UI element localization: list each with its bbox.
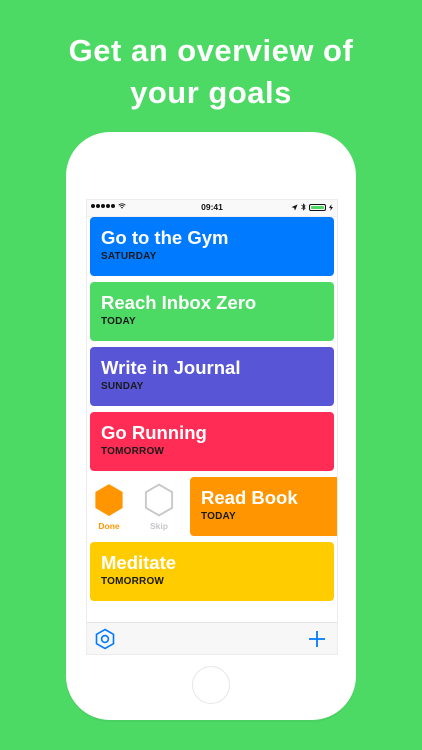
goal-day: SUNDAY [101, 381, 144, 392]
headline-line-2: your goals [130, 75, 292, 110]
battery-icon [309, 203, 326, 211]
tab-bar [87, 622, 337, 654]
status-right [291, 203, 333, 211]
skip-label: Skip [150, 521, 168, 531]
done-label: Done [98, 521, 120, 531]
goal-title: Reach Inbox Zero [101, 292, 257, 313]
plus-icon[interactable] [306, 628, 328, 650]
hexagon-settings-icon[interactable] [94, 628, 116, 650]
goal-day: TOMORROW [101, 446, 165, 457]
charging-bolt-icon [329, 203, 333, 211]
goal-card-running[interactable]: Go Running TOMORROW [90, 412, 334, 471]
goal-title: Go Running [101, 422, 207, 443]
goal-title: Read Book [201, 487, 298, 508]
skip-hexagon-icon [144, 483, 174, 517]
status-bar: 09:41 [87, 200, 337, 217]
goal-day: TODAY [101, 316, 136, 327]
goal-title: Meditate [101, 552, 177, 573]
goal-title: Go to the Gym [101, 227, 229, 248]
home-button [192, 666, 230, 704]
goal-card-journal[interactable]: Write in Journal SUNDAY [90, 347, 334, 406]
skip-action-button[interactable]: Skip [141, 483, 177, 531]
goal-day: TOMORROW [101, 576, 165, 587]
goal-card-inbox[interactable]: Reach Inbox Zero TODAY [90, 282, 334, 341]
goal-card-meditate[interactable]: Meditate TOMORROW [90, 542, 334, 601]
goal-title: Write in Journal [101, 357, 241, 378]
app-screen: 09:41 Go to the Gym SATURDAY Reach Inbox… [86, 199, 338, 655]
headline: Get an overview of your goals [0, 30, 422, 114]
goal-day: TODAY [201, 511, 236, 522]
headline-line-1: Get an overview of [68, 33, 354, 68]
goal-day: SATURDAY [101, 251, 157, 262]
done-action-button[interactable]: Done [91, 483, 127, 531]
goal-card-gym[interactable]: Go to the Gym SATURDAY [90, 217, 334, 276]
battery-level [311, 205, 324, 209]
location-arrow-icon [291, 203, 298, 211]
bluetooth-icon [301, 203, 306, 211]
goal-card-read-book[interactable]: Read Book TODAY [190, 477, 337, 536]
done-hexagon-icon [95, 484, 123, 516]
